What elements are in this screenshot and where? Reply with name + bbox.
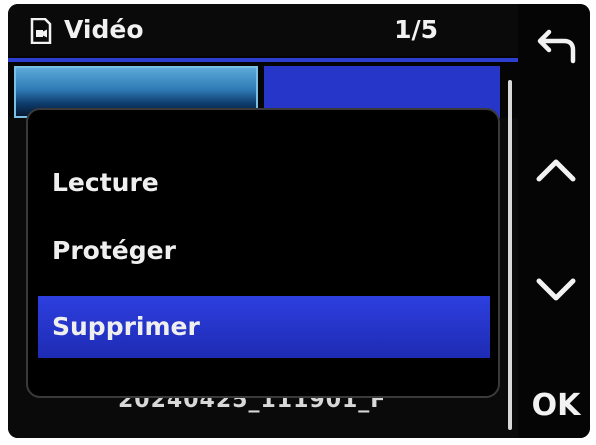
device-screen: Vidéo 1/5 20240425_111901_F Lecture Prot… xyxy=(8,4,590,438)
video-file-icon xyxy=(30,18,52,44)
menu-item-label: Protéger xyxy=(52,236,176,265)
up-button[interactable] xyxy=(522,140,590,200)
menu-item-proteger[interactable]: Protéger xyxy=(38,220,490,282)
ok-label: OK xyxy=(531,387,581,423)
header-accent-line xyxy=(8,58,518,62)
menu-item-lecture[interactable]: Lecture xyxy=(38,152,490,214)
back-button[interactable] xyxy=(522,18,590,74)
back-arrow-icon xyxy=(537,29,576,64)
header-bar: Vidéo 1/5 xyxy=(8,4,518,56)
file-counter: 1/5 xyxy=(394,15,438,44)
chevron-up-icon xyxy=(536,159,576,182)
page-title: Vidéo xyxy=(64,15,144,44)
menu-item-supprimer[interactable]: Supprimer xyxy=(38,296,490,358)
down-button[interactable] xyxy=(522,260,590,320)
ok-button[interactable]: OK xyxy=(522,380,590,430)
menu-item-label: Supprimer xyxy=(52,312,200,341)
chevron-down-icon xyxy=(536,278,576,301)
control-column: OK xyxy=(522,4,590,438)
scrollbar[interactable] xyxy=(508,80,512,430)
options-menu: Lecture Protéger Supprimer xyxy=(26,108,500,398)
menu-item-label: Lecture xyxy=(52,168,159,197)
